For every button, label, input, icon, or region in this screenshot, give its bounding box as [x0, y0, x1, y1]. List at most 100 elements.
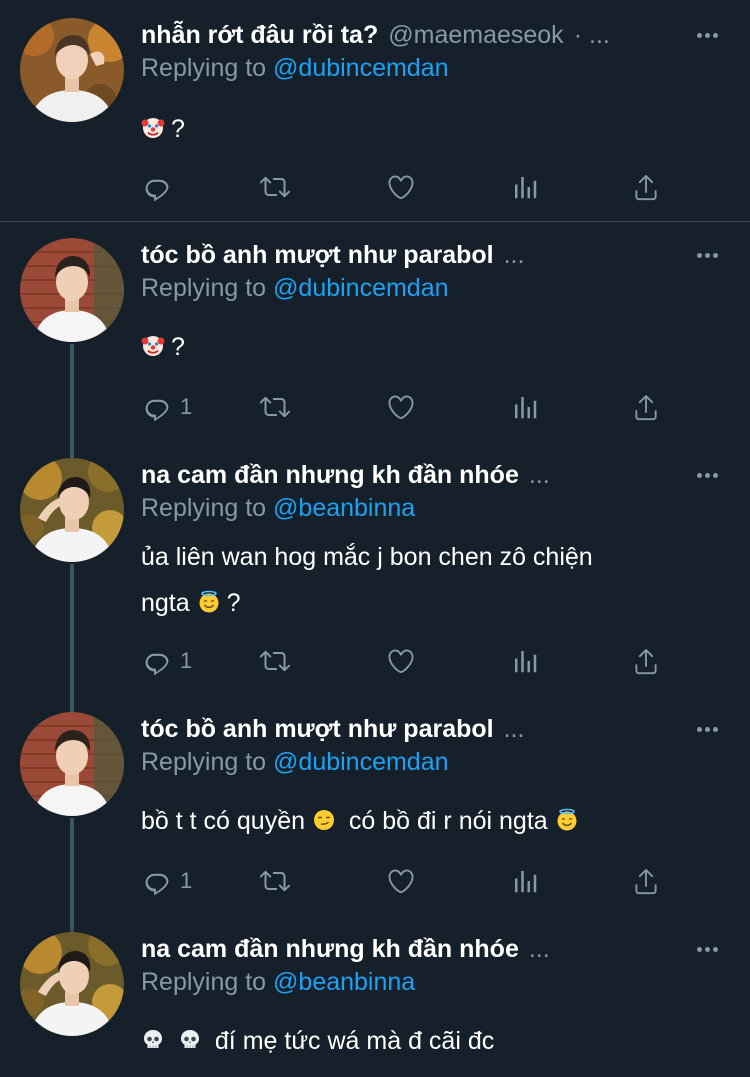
reply-count: 1	[180, 648, 193, 673]
retweet-icon	[260, 172, 290, 202]
tweet[interactable]: tóc bồ anh mượt như parabol ... Replying…	[0, 712, 750, 912]
avatar[interactable]	[20, 18, 124, 122]
truncation-ellipsis: · ...	[573, 20, 610, 49]
reply-count: 1	[180, 868, 193, 893]
like-button[interactable]	[386, 644, 416, 678]
avatar[interactable]	[20, 458, 124, 562]
retweet-button[interactable]	[260, 390, 290, 424]
display-name[interactable]: na cam đần nhưng kh đần nhóe	[141, 935, 519, 964]
display-name[interactable]: na cam đần nhưng kh đần nhóe	[141, 461, 519, 490]
more-options-icon[interactable]	[694, 242, 720, 268]
share-button[interactable]	[631, 864, 661, 898]
tweet-header: na cam đần nhưng kh đần nhóe ...	[141, 932, 681, 966]
mention-link[interactable]: @beanbinna	[273, 968, 415, 996]
truncation-ellipsis: ...	[528, 460, 550, 489]
tweet-feed: nhẫn rớt đâu rồi ta? @maemaeseok · ... R…	[0, 0, 750, 1077]
action-bar	[0, 170, 750, 204]
heart-icon	[386, 866, 416, 896]
replying-label: Replying to	[141, 494, 267, 522]
truncation-ellipsis: ...	[528, 934, 550, 963]
replying-to: Replying to @beanbinna	[141, 494, 415, 523]
display-name[interactable]: tóc bồ anh mượt như parabol	[141, 715, 494, 744]
stats-icon	[510, 866, 540, 896]
reply-button[interactable]: 1	[142, 390, 192, 424]
retweet-button[interactable]	[260, 644, 290, 678]
share-button[interactable]	[631, 390, 661, 424]
replying-label: Replying to	[141, 968, 267, 996]
mention-link[interactable]: @dubincemdan	[273, 274, 449, 302]
analytics-button[interactable]	[510, 390, 540, 424]
replying-to: Replying to @dubincemdan	[141, 748, 449, 777]
more-options-icon[interactable]	[694, 936, 720, 962]
tweet-text: ủa liên wan hog mắc j bon chen zô chiện …	[141, 534, 711, 626]
avatar[interactable]	[20, 932, 124, 1036]
retweet-icon	[260, 866, 290, 896]
tweet-text: ?	[141, 106, 711, 152]
share-icon	[631, 646, 661, 676]
skull-emoji	[178, 1028, 202, 1052]
tweet-header: na cam đần nhưng kh đần nhóe ...	[141, 458, 681, 492]
halo-smile-emoji	[555, 808, 579, 832]
reply-count: 1	[180, 394, 193, 419]
replying-to: Replying to @dubincemdan	[141, 54, 449, 83]
truncation-ellipsis: ...	[503, 240, 525, 269]
more-options-icon[interactable]	[694, 462, 720, 488]
display-name[interactable]: nhẫn rớt đâu rồi ta?	[141, 21, 378, 50]
analytics-button[interactable]	[510, 170, 540, 204]
action-bar: 1	[0, 644, 750, 678]
tweet-text-content: ?	[171, 333, 185, 361]
analytics-button[interactable]	[510, 864, 540, 898]
mention-link[interactable]: @beanbinna	[273, 494, 415, 522]
display-name[interactable]: tóc bồ anh mượt như parabol	[141, 241, 494, 270]
avatar[interactable]	[20, 238, 124, 342]
mention-link[interactable]: @dubincemdan	[273, 54, 449, 82]
tweet-text: đí mẹ tức wá mà đ cãi đc	[141, 1018, 711, 1064]
reply-icon	[142, 866, 172, 896]
reply-button[interactable]: 1	[142, 864, 192, 898]
clown-face-emoji	[141, 116, 165, 140]
like-button[interactable]	[386, 390, 416, 424]
retweet-button[interactable]	[260, 170, 290, 204]
username[interactable]: @maemaeseok	[388, 21, 563, 50]
tweet-header: nhẫn rớt đâu rồi ta? @maemaeseok · ...	[141, 18, 681, 52]
more-options-icon[interactable]	[694, 716, 720, 742]
halo-smile-emoji	[197, 590, 221, 614]
tweet-text-line: ngta ?	[141, 580, 711, 626]
tweet-header: tóc bồ anh mượt như parabol ...	[141, 238, 681, 272]
replying-label: Replying to	[141, 54, 267, 82]
share-icon	[631, 172, 661, 202]
retweet-button[interactable]	[260, 864, 290, 898]
tweet-text-content: ?	[226, 589, 241, 617]
share-icon	[631, 392, 661, 422]
tweet[interactable]: na cam đần nhưng kh đần nhóe ... Replyin…	[0, 458, 750, 708]
share-button[interactable]	[631, 644, 661, 678]
tweet[interactable]: tóc bồ anh mượt như parabol ... Replying…	[0, 238, 750, 438]
tweet[interactable]: nhẫn rớt đâu rồi ta? @maemaeseok · ... R…	[0, 18, 750, 222]
tweet-text: bồ t t có quyền có bồ đi r nói ngta	[141, 798, 711, 844]
like-button[interactable]	[386, 864, 416, 898]
replying-to: Replying to @beanbinna	[141, 968, 415, 997]
action-bar: 1	[0, 390, 750, 424]
like-button[interactable]	[386, 170, 416, 204]
stats-icon	[510, 392, 540, 422]
stats-icon	[510, 646, 540, 676]
reply-button[interactable]: 1	[142, 644, 192, 678]
tweet[interactable]: na cam đần nhưng kh đần nhóe ... Replyin…	[0, 932, 750, 1077]
heart-icon	[386, 646, 416, 676]
reply-button[interactable]	[142, 170, 172, 204]
retweet-icon	[260, 646, 290, 676]
avatar[interactable]	[20, 712, 124, 816]
share-button[interactable]	[631, 170, 661, 204]
more-options-icon[interactable]	[694, 22, 720, 48]
replying-label: Replying to	[141, 274, 267, 302]
tweet-text-line: ủa liên wan hog mắc j bon chen zô chiện	[141, 543, 593, 571]
tweet-text-content: đí mẹ tức wá mà đ cãi đc	[214, 1027, 495, 1055]
mention-link[interactable]: @dubincemdan	[273, 748, 449, 776]
tweet-text-content: ngta	[141, 589, 190, 617]
clown-face-emoji	[141, 334, 165, 358]
reply-icon	[142, 172, 172, 202]
stats-icon	[510, 172, 540, 202]
share-icon	[631, 866, 661, 896]
smirk-emoji	[312, 808, 336, 832]
analytics-button[interactable]	[510, 644, 540, 678]
